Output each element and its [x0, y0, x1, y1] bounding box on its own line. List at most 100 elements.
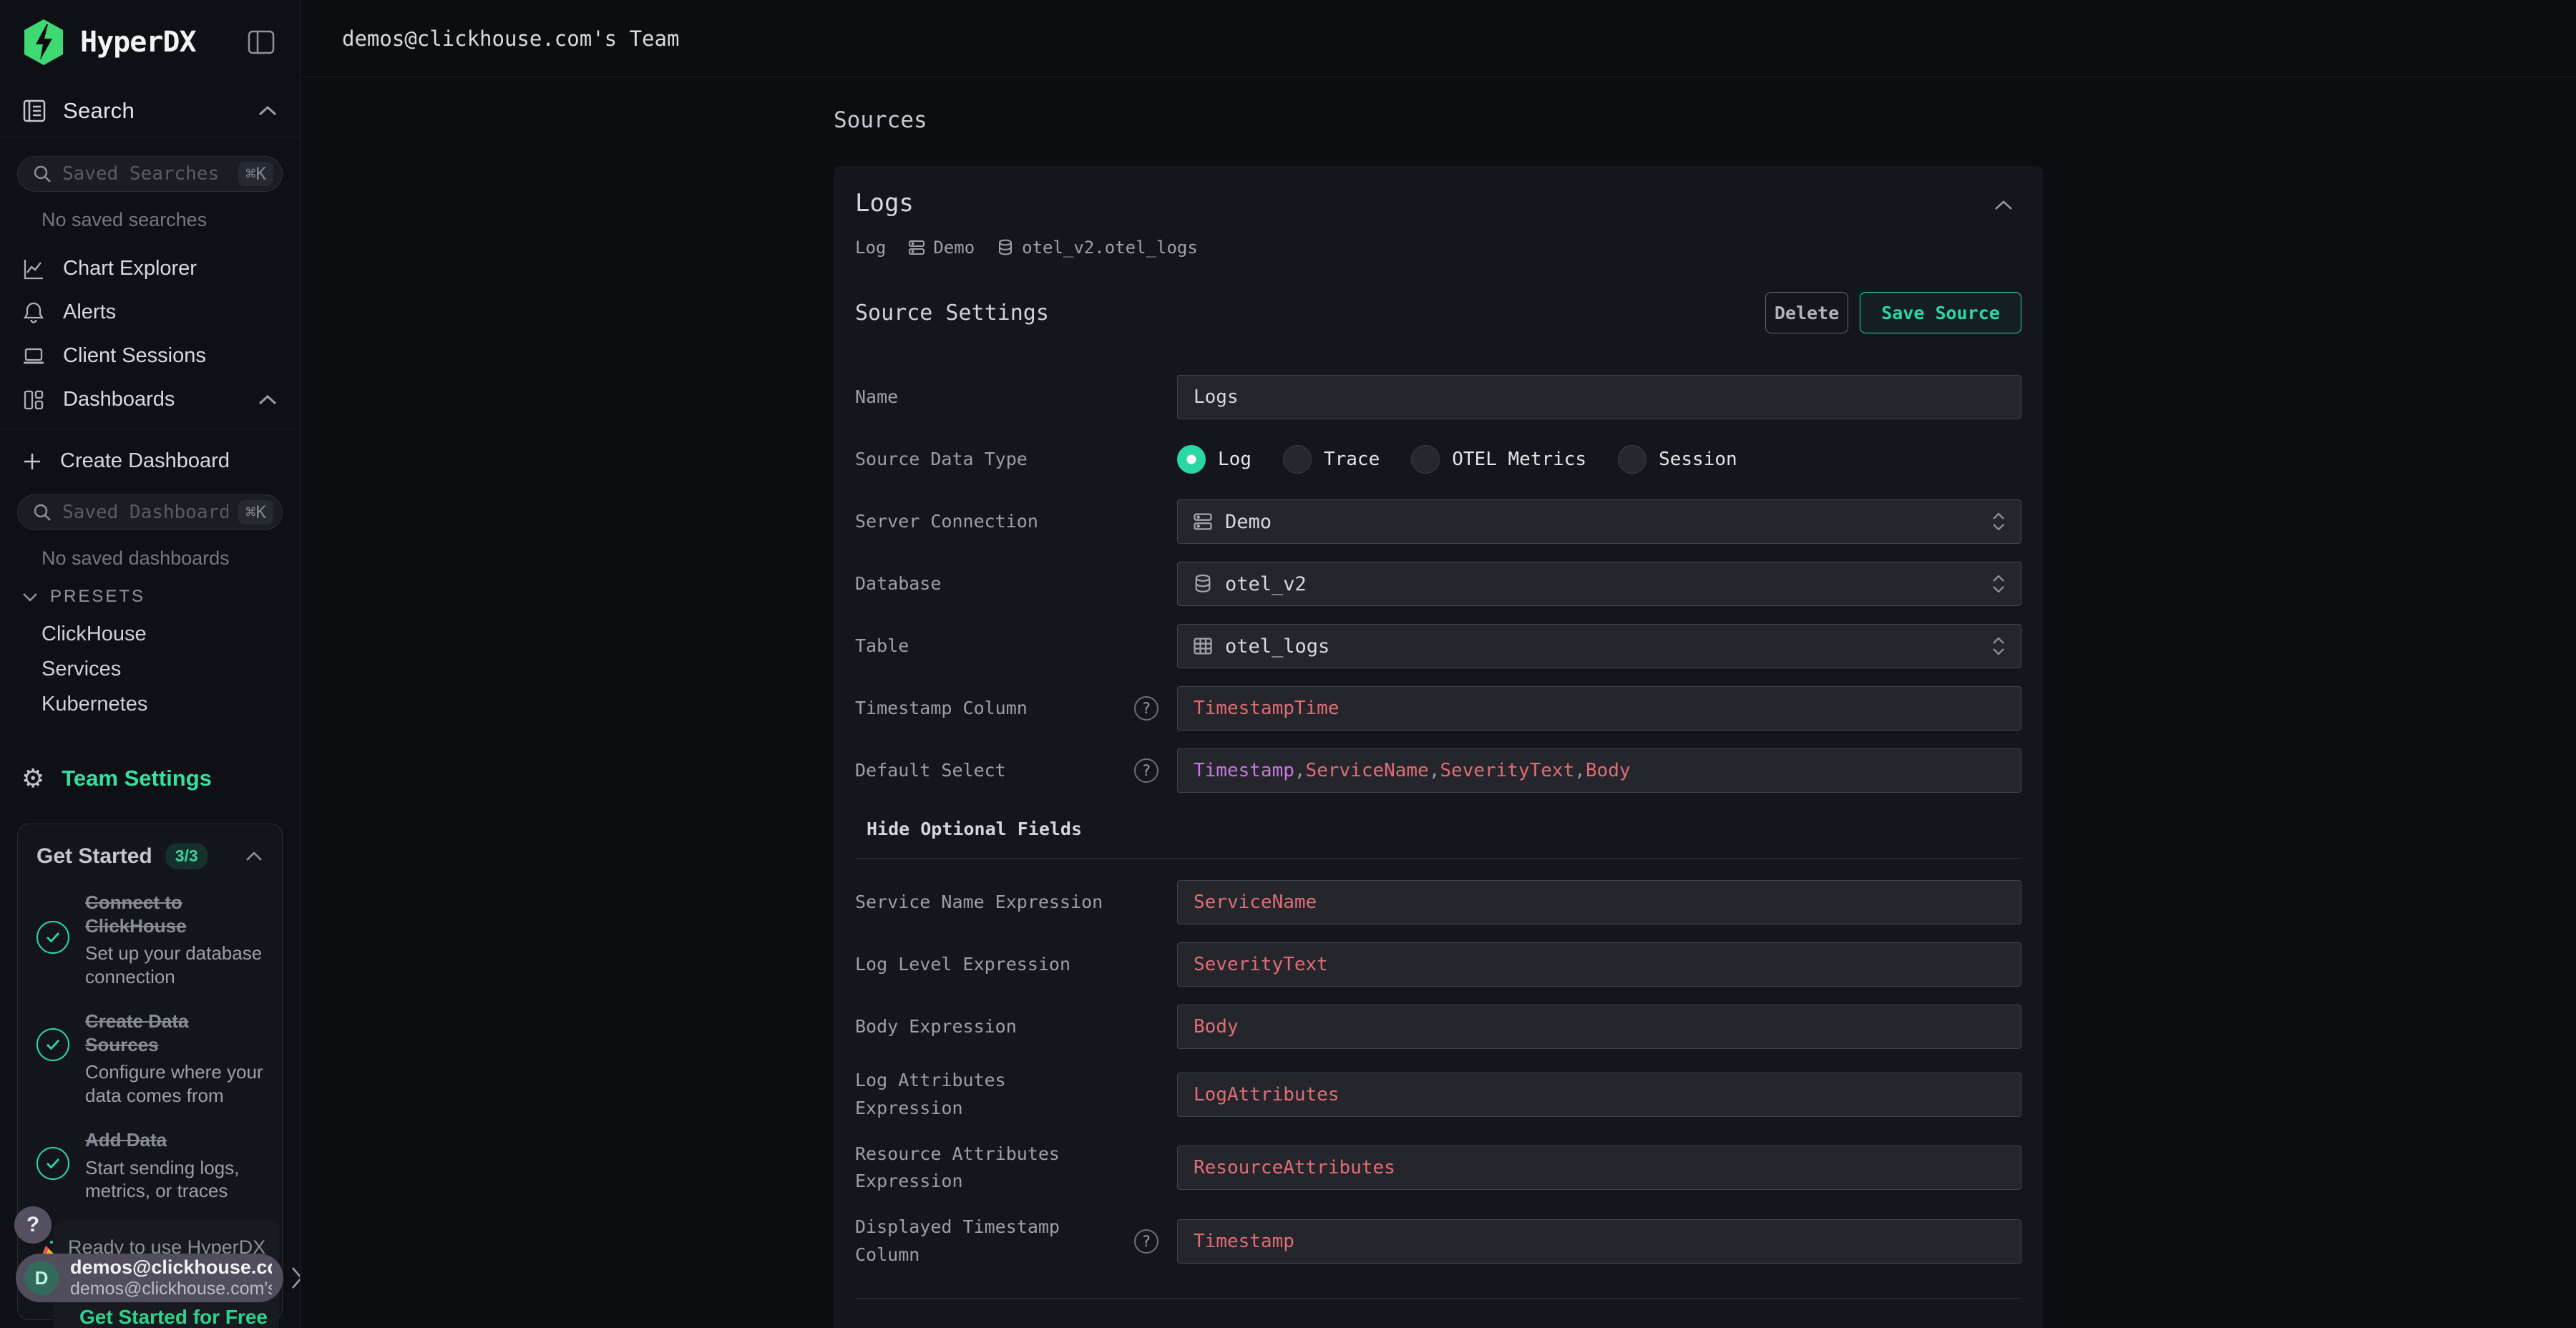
- code-token: ResourceAttributes: [1194, 1157, 1395, 1178]
- preset-item-kubernetes[interactable]: Kubernetes: [0, 687, 300, 722]
- code-token: LogAttributes: [1194, 1084, 1340, 1105]
- resource-attributes-expression-input[interactable]: ResourceAttributes: [1177, 1146, 2021, 1190]
- field-label-timestamp-column: Timestamp Column?: [855, 695, 1177, 723]
- collapse-sidebar-icon[interactable]: [244, 25, 278, 59]
- presets-list: ClickHouseServicesKubernetes: [0, 617, 300, 722]
- saved-dashboards-input[interactable]: Saved Dashboards ⌘K: [17, 494, 283, 530]
- nav-item-label: Dashboards: [63, 388, 240, 411]
- bell-icon: [21, 301, 46, 325]
- delete-button[interactable]: Delete: [1765, 292, 1848, 333]
- field-label-log-attributes-expression: Log Attributes Expression: [855, 1067, 1177, 1123]
- code-token: SeverityText: [1194, 954, 1328, 975]
- get-started-progress-badge: 3/3: [165, 843, 208, 869]
- collapse-card-chevron-up-icon[interactable]: [1986, 189, 2021, 222]
- help-circle-icon[interactable]: ?: [1134, 1229, 1158, 1254]
- hide-optional-fields-toggle[interactable]: Hide Optional Fields: [855, 819, 1082, 839]
- get-started-items: Connect to ClickHouseSet up your databas…: [36, 891, 263, 1203]
- field-label-text: Name: [855, 384, 898, 411]
- chevron-right-icon: [289, 1265, 301, 1291]
- field-label-resource-attributes-expression: Resource Attributes Expression: [855, 1141, 1177, 1196]
- radio-label: Session: [1659, 449, 1737, 470]
- source-meta-row: Log Demo: [855, 238, 2021, 258]
- code-token: Body: [1194, 1016, 1239, 1038]
- radio-circle-icon: [1411, 445, 1440, 474]
- input-value: Logs: [1194, 386, 1239, 408]
- form-row-body-expression: Body ExpressionBody: [855, 1005, 2021, 1049]
- form-row-source-data-type: Source Data TypeLogTraceOTEL MetricsSess…: [855, 437, 2021, 482]
- field-label-text: Log Attributes Expression: [855, 1067, 1106, 1123]
- form-row-resource-attributes-expression: Resource Attributes Expression ResourceAt…: [855, 1141, 2021, 1196]
- field-control-name: Logs: [1177, 375, 2021, 419]
- form-row-correlated-metric-source: Correlated Metric Source?Metrics: [855, 1324, 2021, 1328]
- radio-option-otel-metrics[interactable]: OTEL Metrics: [1411, 445, 1586, 474]
- shortcut-kbd: ⌘K: [238, 162, 273, 186]
- form-row-log-level-expression: Log Level Expression SeverityText: [855, 942, 2021, 987]
- laptop-icon: [21, 344, 46, 368]
- field-control-timestamp-column: TimestampTime: [1177, 686, 2021, 731]
- default-select-input[interactable]: Timestamp,ServiceName,SeverityText,Body: [1177, 748, 2021, 793]
- search-icon: [32, 164, 52, 184]
- select-updown-icon: [1991, 510, 2006, 533]
- get-started-item[interactable]: Connect to ClickHouseSet up your databas…: [36, 891, 263, 988]
- code-token: Timestamp: [1194, 1231, 1294, 1252]
- get-started-item[interactable]: Create Data SourcesConfigure where your …: [36, 1010, 263, 1107]
- create-dashboard-button[interactable]: Create Dashboard: [0, 439, 300, 483]
- field-control-resource-attributes-expression: ResourceAttributes: [1177, 1146, 2021, 1190]
- get-started-header[interactable]: Get Started 3/3: [36, 843, 263, 869]
- source-type-chip: Log: [855, 238, 886, 258]
- search-icon: [32, 502, 52, 522]
- sidebar-item-chart-explorer[interactable]: Chart Explorer: [0, 247, 300, 290]
- help-button[interactable]: ?: [14, 1206, 52, 1244]
- source-settings-heading: Source Settings: [855, 301, 1765, 326]
- server-icon: [1192, 511, 1214, 532]
- radio-circle-icon: [1283, 445, 1312, 474]
- table-select[interactable]: otel_logs: [1177, 624, 2021, 668]
- create-dashboard-label: Create Dashboard: [60, 449, 278, 473]
- body-expression-input[interactable]: Body: [1177, 1005, 2021, 1049]
- name-input[interactable]: Logs: [1177, 375, 2021, 419]
- displayed-timestamp-column-input[interactable]: Timestamp: [1177, 1219, 2021, 1264]
- user-email: demos@clickhouse.com: [70, 1256, 272, 1279]
- app-root: HyperDX Search: [0, 0, 2576, 1328]
- sidebar: HyperDX Search: [0, 0, 301, 1328]
- saved-searches-input[interactable]: Saved Searches ⌘K: [17, 156, 283, 192]
- field-label-log-level-expression: Log Level Expression: [855, 951, 1177, 979]
- user-menu[interactable]: D demos@clickhouse.com demos@clickhouse.…: [16, 1254, 283, 1302]
- field-label-text: Resource Attributes Expression: [855, 1141, 1106, 1196]
- radio-label: Trace: [1324, 449, 1380, 470]
- sidebar-item-client-sessions[interactable]: Client Sessions: [0, 334, 300, 378]
- service-name-expression-input[interactable]: ServiceName: [1177, 880, 2021, 924]
- source-table-chip: otel_v2.otel_logs: [996, 238, 1198, 258]
- search-section-header[interactable]: Search: [0, 84, 300, 137]
- timestamp-column-input[interactable]: TimestampTime: [1177, 686, 2021, 731]
- server-connection-select[interactable]: Demo: [1177, 499, 2021, 544]
- log-level-expression-input[interactable]: SeverityText: [1177, 942, 2021, 987]
- radio-option-log[interactable]: Log: [1177, 445, 1252, 474]
- help-circle-icon[interactable]: ?: [1134, 696, 1158, 721]
- field-label-text: Server Connection: [855, 508, 1038, 536]
- log-attributes-expression-input[interactable]: LogAttributes: [1177, 1073, 2021, 1117]
- sidebar-item-team-settings[interactable]: ⚙ Team Settings: [0, 756, 300, 801]
- source-connection-chip: Demo: [907, 238, 975, 258]
- preset-item-clickhouse[interactable]: ClickHouse: [0, 617, 300, 652]
- sidebar-item-dashboards[interactable]: Dashboards: [0, 378, 300, 421]
- preset-item-services[interactable]: Services: [0, 652, 300, 687]
- code-token: ,: [1294, 760, 1306, 781]
- field-control-database: otel_v2: [1177, 562, 2021, 606]
- select-value: otel_logs: [1225, 635, 1979, 658]
- save-source-button[interactable]: Save Source: [1860, 292, 2021, 333]
- code-token: ServiceName: [1194, 892, 1317, 913]
- radio-option-trace[interactable]: Trace: [1283, 445, 1380, 474]
- content-scroll[interactable]: Sources Logs Log: [301, 77, 2576, 1328]
- field-label-correlated-metric-source: Correlated Metric Source?: [855, 1324, 1177, 1328]
- table-icon: [1192, 635, 1214, 657]
- get-started-free-button[interactable]: Get Started for Free: [68, 1306, 279, 1328]
- help-circle-icon[interactable]: ?: [1134, 758, 1158, 783]
- presets-header[interactable]: PRESETS: [21, 587, 300, 607]
- database-select[interactable]: otel_v2: [1177, 562, 2021, 606]
- plus-icon: [21, 451, 43, 472]
- radio-option-session[interactable]: Session: [1618, 445, 1737, 474]
- sidebar-item-alerts[interactable]: Alerts: [0, 290, 300, 334]
- get-started-item[interactable]: Add DataStart sending logs, metrics, or …: [36, 1128, 263, 1203]
- chevron-up-icon: [257, 394, 278, 406]
